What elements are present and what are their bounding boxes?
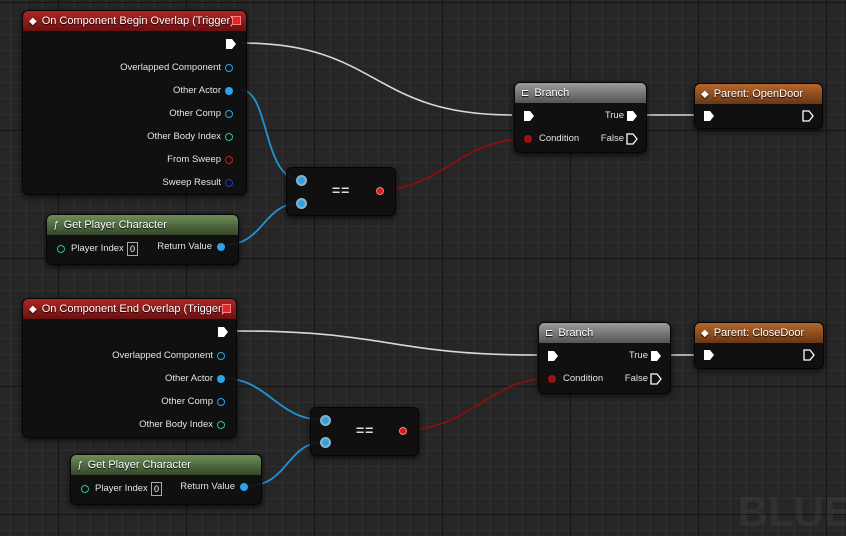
exec-in-pin[interactable] xyxy=(547,350,559,362)
branch-title: Branch xyxy=(534,87,570,99)
equal-output-pin[interactable] xyxy=(376,187,384,195)
function-icon: ƒ xyxy=(53,219,59,231)
pin-label: Overlapped Component xyxy=(120,62,221,73)
event-header[interactable]: ◆ On Component Begin Overlap (Trigger) xyxy=(23,11,246,31)
sweep-result-pin[interactable] xyxy=(225,179,233,187)
parent-title: Parent: OpenDoor xyxy=(713,88,803,100)
branch-icon: ⊏ xyxy=(521,87,530,99)
equal-node[interactable]: == xyxy=(286,167,396,216)
return-value-pin[interactable] xyxy=(240,483,248,491)
branch-header[interactable]: ⊏ Branch xyxy=(539,323,670,343)
false-label: False xyxy=(600,133,624,144)
bool-wire xyxy=(403,377,552,431)
event-header[interactable]: ◆ On Component End Overlap (Trigger) xyxy=(23,299,236,319)
exec-in-pin[interactable] xyxy=(703,110,715,122)
event-diamond-icon: ◆ xyxy=(701,88,709,100)
function-title: Get Player Character xyxy=(63,219,167,231)
exec-false-pin[interactable] xyxy=(650,373,662,385)
event-diamond-icon: ◆ xyxy=(29,15,37,27)
from-sweep-pin[interactable] xyxy=(225,156,233,164)
branch-title: Branch xyxy=(558,327,594,339)
parent-header[interactable]: ◆ Parent: OpenDoor xyxy=(695,84,822,104)
player-index-input[interactable]: 0 xyxy=(151,482,162,496)
event-diamond-icon: ◆ xyxy=(29,303,37,315)
pin-label: Sweep Result xyxy=(162,177,221,188)
exec-out-pin[interactable] xyxy=(802,110,814,122)
return-value-pin[interactable] xyxy=(217,243,225,251)
parent-closedoor-node[interactable]: ◆ Parent: CloseDoor xyxy=(694,322,824,369)
return-value-label: Return Value xyxy=(180,481,235,492)
exec-wire xyxy=(236,330,538,356)
other-actor-pin[interactable] xyxy=(217,375,225,383)
player-index-label: Player Index xyxy=(95,483,148,494)
close-icon[interactable] xyxy=(222,304,231,313)
true-label: True xyxy=(628,350,648,361)
branch-icon: ⊏ xyxy=(545,327,554,339)
equal-input-a-pin[interactable] xyxy=(296,175,307,186)
exec-out-pin[interactable] xyxy=(225,38,237,50)
other-actor-pin[interactable] xyxy=(225,87,233,95)
equal-input-b-pin[interactable] xyxy=(320,437,331,448)
overlapped-component-pin[interactable] xyxy=(217,352,225,360)
event-diamond-icon: ◆ xyxy=(701,327,709,339)
exec-false-pin[interactable] xyxy=(626,133,638,145)
pin-label: Other Actor xyxy=(172,85,221,96)
branch-node[interactable]: ⊏ Branch True Condition False xyxy=(538,322,671,394)
bool-wire xyxy=(379,138,528,191)
exec-wire xyxy=(240,42,513,116)
event-title: On Component End Overlap (Trigger) xyxy=(41,303,226,315)
exec-in-pin[interactable] xyxy=(703,349,715,361)
branch-node[interactable]: ⊏ Branch True Condition False xyxy=(514,82,647,153)
parent-header[interactable]: ◆ Parent: CloseDoor xyxy=(695,323,823,343)
equal-input-a-pin[interactable] xyxy=(320,415,331,426)
parent-opendoor-node[interactable]: ◆ Parent: OpenDoor xyxy=(694,83,823,129)
equal-operator: == xyxy=(332,182,351,198)
event-title: On Component Begin Overlap (Trigger) xyxy=(41,15,234,27)
other-body-index-pin[interactable] xyxy=(217,421,225,429)
condition-label: Condition xyxy=(563,373,604,384)
exec-out-pin[interactable] xyxy=(803,349,815,361)
equal-operator: == xyxy=(356,422,375,438)
return-value-label: Return Value xyxy=(157,241,212,252)
equal-input-b-pin[interactable] xyxy=(296,198,307,209)
exec-in-pin[interactable] xyxy=(523,110,535,122)
pin-label: Other Comp xyxy=(169,108,221,119)
exec-true-pin[interactable] xyxy=(626,110,638,122)
player-index-label: Player Index xyxy=(71,243,124,254)
parent-title: Parent: CloseDoor xyxy=(713,327,805,339)
pin-label: Other Body Index xyxy=(139,419,213,430)
branch-header[interactable]: ⊏ Branch xyxy=(515,83,646,103)
exec-out-pin[interactable] xyxy=(217,326,229,338)
function-icon: ƒ xyxy=(77,459,83,471)
get-player-character-node[interactable]: ƒ Get Player Character Player Index 0 Re… xyxy=(46,214,239,265)
equal-node[interactable]: == xyxy=(310,407,419,456)
condition-pin[interactable] xyxy=(548,375,556,383)
false-label: False xyxy=(624,373,648,384)
equal-output-pin[interactable] xyxy=(399,427,407,435)
other-body-index-pin[interactable] xyxy=(225,133,233,141)
pin-label: From Sweep xyxy=(167,154,221,165)
function-title: Get Player Character xyxy=(87,459,191,471)
close-icon[interactable] xyxy=(232,16,241,25)
event-begin-overlap-node[interactable]: ◆ On Component Begin Overlap (Trigger) O… xyxy=(22,10,247,195)
pin-label: Other Body Index xyxy=(147,131,221,142)
true-label: True xyxy=(604,110,624,121)
function-header[interactable]: ƒ Get Player Character xyxy=(47,215,238,235)
player-index-input[interactable]: 0 xyxy=(127,242,138,256)
pin-label: Overlapped Component xyxy=(112,350,213,361)
condition-pin[interactable] xyxy=(524,135,532,143)
function-header[interactable]: ƒ Get Player Character xyxy=(71,455,261,475)
event-end-overlap-node[interactable]: ◆ On Component End Overlap (Trigger) Ove… xyxy=(22,298,237,438)
player-index-pin[interactable] xyxy=(81,485,89,493)
get-player-character-node[interactable]: ƒ Get Player Character Player Index 0 Re… xyxy=(70,454,262,505)
pin-label: Other Comp xyxy=(161,396,213,407)
pin-label: Other Actor xyxy=(164,373,213,384)
other-comp-pin[interactable] xyxy=(225,110,233,118)
player-index-pin[interactable] xyxy=(57,245,65,253)
exec-true-pin[interactable] xyxy=(650,350,662,362)
condition-label: Condition xyxy=(539,133,580,144)
other-comp-pin[interactable] xyxy=(217,398,225,406)
overlapped-component-pin[interactable] xyxy=(225,64,233,72)
